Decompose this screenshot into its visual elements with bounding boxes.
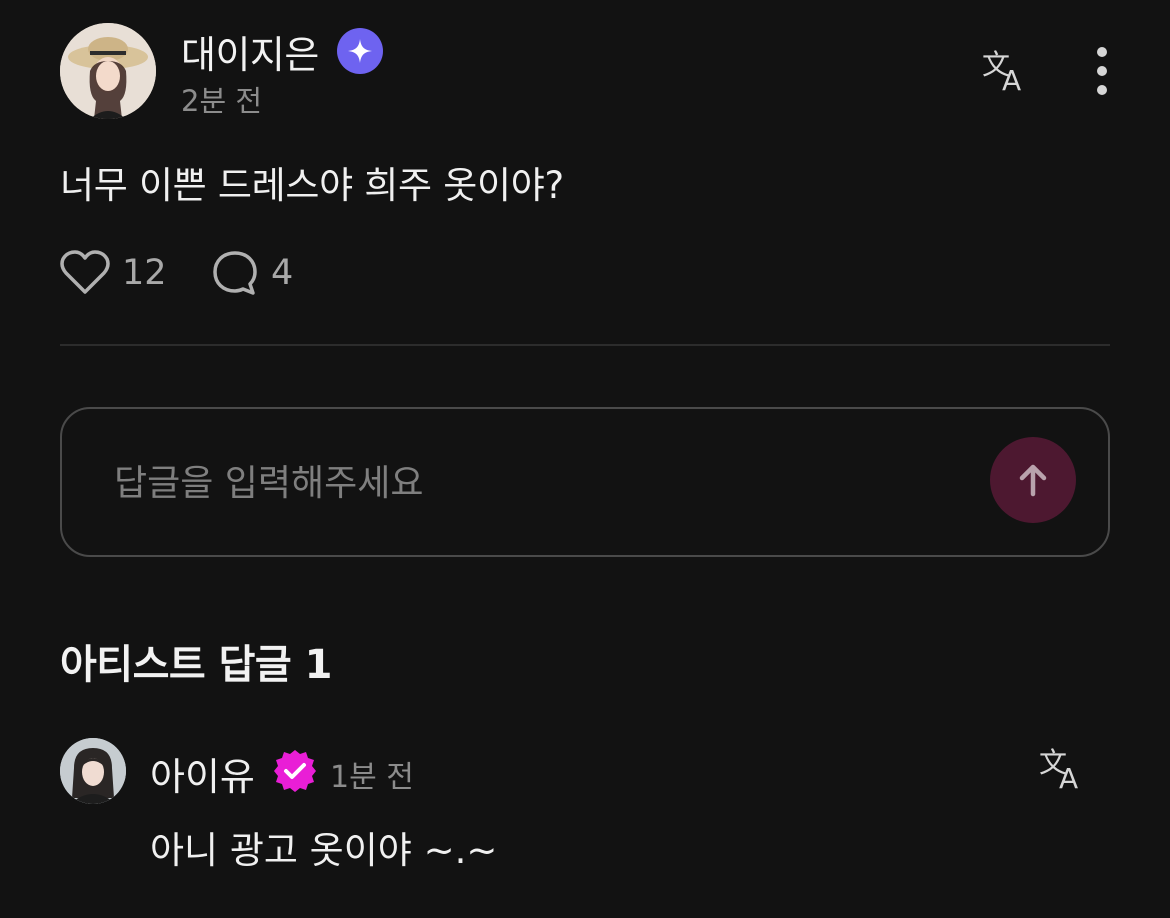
artist-avatar-image [60, 738, 126, 804]
comment-button[interactable]: 4 [211, 248, 293, 298]
more-vertical-icon [1097, 47, 1107, 95]
translate-icon: 文 A [982, 48, 1021, 97]
artist-replies-title: 아티스트 답글 1 [60, 642, 332, 688]
reply-timestamp: 1분 전 [330, 760, 414, 795]
translate-button[interactable]: 文 A [980, 44, 1032, 97]
like-button[interactable]: 12 [60, 248, 167, 298]
send-reply-button[interactable] [990, 437, 1076, 523]
post-author-name[interactable]: 대이지은 [181, 24, 319, 79]
arrow-up-icon [1019, 464, 1047, 497]
reply-input-container [60, 407, 1110, 557]
artist-avatar[interactable] [60, 738, 126, 804]
comment-icon [213, 251, 257, 295]
reply-body: 아니 광고 옷이야 ~.~ [150, 829, 498, 872]
post-timestamp: 2분 전 [181, 84, 263, 118]
post-body: 너무 이쁜 드레스야 희주 옷이야? [60, 164, 564, 207]
translate-icon: 文 A [1039, 746, 1078, 795]
comment-count: 4 [271, 253, 294, 293]
svg-text:A: A [1059, 762, 1078, 794]
author-avatar[interactable] [60, 23, 156, 119]
verified-badge-icon [272, 748, 318, 794]
like-count: 12 [122, 253, 167, 293]
sparkle-badge-icon [337, 28, 383, 74]
svg-text:A: A [1002, 64, 1021, 96]
translate-reply-button[interactable]: 文 A [1037, 742, 1089, 795]
more-options-button[interactable] [1088, 46, 1116, 96]
author-avatar-image [60, 23, 156, 119]
reply-input[interactable] [112, 455, 976, 511]
reply-author-name[interactable]: 아이유 [150, 746, 255, 801]
divider [60, 344, 1110, 346]
heart-icon [60, 250, 110, 294]
